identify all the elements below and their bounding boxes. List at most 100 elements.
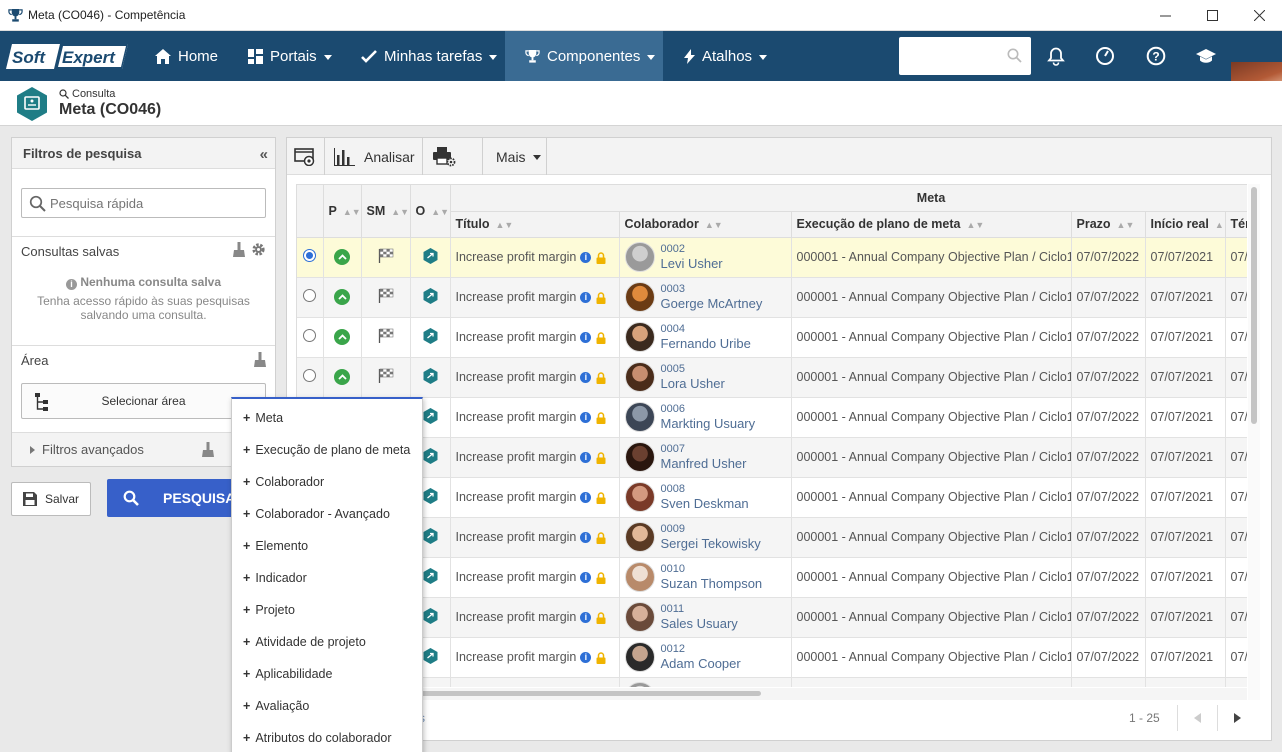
colaborador-cell[interactable]: 0003 Goerge McArtney — [619, 277, 792, 318]
table-row[interactable]: Increase profit margin i 0005 Lora Usher 000… — [297, 357, 1247, 398]
info-icon[interactable]: i — [580, 652, 592, 664]
info-icon[interactable]: i — [580, 372, 592, 384]
titulo-cell[interactable]: Increase profit margin i — [450, 397, 620, 438]
colaborador-cell[interactable]: 0006 Markting Usuary — [619, 397, 792, 438]
print-button[interactable] — [432, 138, 456, 175]
titulo-cell[interactable]: Increase profit margin i — [450, 477, 620, 518]
dropdown-item[interactable]: + Avaliação — [243, 690, 309, 722]
titulo-cell[interactable]: Increase profit margin i — [450, 437, 620, 478]
colaborador-cell[interactable]: 0005 Lora Usher — [619, 357, 792, 398]
mais-dropdown-button[interactable]: Mais — [496, 138, 541, 175]
table-row[interactable]: Increase profit margin i 0012 Adam Cooper 00… — [297, 637, 1247, 678]
gear-icon[interactable] — [251, 242, 266, 257]
collapse-panel-icon[interactable]: « — [260, 146, 269, 163]
dropdown-item[interactable]: + Meta — [243, 402, 283, 434]
dropdown-item[interactable]: + Execução de plano de meta — [243, 434, 410, 466]
vertical-scroll-thumb[interactable] — [1251, 187, 1257, 424]
column-header-termino[interactable]: Tér — [1225, 211, 1247, 238]
broom-icon[interactable] — [202, 442, 214, 457]
maximize-button[interactable] — [1189, 0, 1235, 31]
row-radio[interactable] — [303, 329, 317, 342]
dropdown-item[interactable]: + Colaborador — [243, 466, 324, 498]
dropdown-item[interactable]: + Aplicabilidade — [243, 658, 332, 690]
column-header-prazo[interactable]: Prazo ▲▼ — [1071, 211, 1146, 238]
dropdown-item[interactable]: + Projeto — [243, 594, 295, 626]
analisar-button[interactable]: Analisar — [334, 138, 415, 175]
graduation-cap-icon[interactable] — [1193, 43, 1219, 69]
vertical-scrollbar[interactable] — [1248, 184, 1260, 700]
row-radio[interactable] — [303, 289, 317, 302]
column-header-inicio-real[interactable]: Início real ▲▼ — [1145, 211, 1226, 238]
info-icon[interactable]: i — [580, 412, 592, 424]
info-icon[interactable]: i — [580, 252, 592, 264]
titulo-cell[interactable]: Increase profit margin i — [450, 357, 620, 398]
nav-minhas-tarefas[interactable]: Minhas tarefas — [361, 31, 498, 81]
dropdown-item[interactable]: + Colaborador - Avançado — [243, 498, 390, 530]
nav-componentes[interactable]: Componentes — [505, 31, 663, 81]
info-icon[interactable]: i — [580, 612, 592, 624]
close-window-button[interactable] — [1236, 0, 1282, 31]
previous-page-button[interactable] — [1177, 705, 1217, 731]
table-row[interactable]: Increase profit margin i 0010 Suzan Thompso… — [297, 557, 1247, 598]
titulo-cell[interactable]: Increase profit margin i — [450, 277, 620, 318]
table-row[interactable]: Increase profit margin i 0003 Goerge McArtn… — [297, 277, 1247, 318]
help-icon[interactable]: ? — [1143, 43, 1169, 69]
broom-icon[interactable] — [233, 242, 245, 257]
global-search[interactable] — [899, 37, 1031, 75]
colaborador-cell[interactable]: 0004 Fernando Uribe — [619, 317, 792, 358]
table-row[interactable]: Increase profit margin i 0011 Sales Usuary 0… — [297, 597, 1247, 638]
row-radio[interactable] — [303, 249, 317, 262]
column-header-o[interactable]: O ▲▼ — [410, 185, 451, 238]
column-header-execucao[interactable]: Execução de plano de meta ▲▼ — [791, 211, 1072, 238]
titulo-cell[interactable]: Increase profit margin i — [450, 517, 620, 558]
table-row[interactable]: Increase profit margin i 0004 Fernando Urib… — [297, 317, 1247, 358]
colaborador-cell[interactable]: 0002 Levi Usher — [619, 237, 792, 278]
nav-home[interactable]: Home — [155, 31, 218, 81]
horizontal-scroll-thumb[interactable] — [416, 691, 761, 696]
info-icon[interactable]: i — [580, 292, 592, 304]
colaborador-cell[interactable]: 0008 Sven Deskman — [619, 477, 792, 518]
column-header-colaborador[interactable]: Colaborador ▲▼ — [619, 211, 792, 238]
titulo-cell[interactable]: Increase profit margin i — [450, 317, 620, 358]
row-radio[interactable] — [303, 369, 317, 382]
quick-search-field[interactable] — [21, 188, 266, 218]
save-button[interactable]: Salvar — [11, 482, 91, 516]
table-row[interactable]: 0013 — [297, 677, 1247, 687]
column-header-p[interactable]: P ▲▼ — [323, 185, 362, 238]
nav-portais[interactable]: Portais — [248, 31, 332, 81]
dropdown-item[interactable]: + Indicador — [243, 562, 307, 594]
dropdown-item[interactable]: + Atributos do colaborador — [243, 722, 392, 752]
titulo-cell[interactable]: Increase profit margin i — [450, 237, 620, 278]
colaborador-cell[interactable]: 0012 Adam Cooper — [619, 637, 792, 678]
table-row[interactable]: Increase profit margin i 0002 Levi Usher 000… — [297, 237, 1247, 278]
titulo-cell[interactable] — [450, 677, 620, 687]
table-row[interactable]: Increase profit margin i 0009 Sergei Tekowi… — [297, 517, 1247, 558]
bell-icon[interactable] — [1043, 43, 1069, 69]
colaborador-cell[interactable]: 0009 Sergei Tekowisky — [619, 517, 792, 558]
search-button[interactable]: PESQUISA — [107, 479, 247, 517]
info-icon[interactable]: i — [580, 532, 592, 544]
info-icon[interactable]: i — [580, 332, 592, 344]
dropdown-item[interactable]: + Elemento — [243, 530, 308, 562]
row-select-cell[interactable] — [297, 277, 324, 318]
titulo-cell[interactable]: Increase profit margin i — [450, 557, 620, 598]
row-select-cell[interactable] — [297, 357, 324, 398]
colaborador-cell[interactable]: 0011 Sales Usuary — [619, 597, 792, 638]
table-row[interactable]: Increase profit margin i 0008 Sven Deskman 0… — [297, 477, 1247, 518]
info-icon[interactable]: i — [580, 452, 592, 464]
info-icon[interactable]: i — [580, 572, 592, 584]
dropdown-item[interactable]: + Atividade de projeto — [243, 626, 366, 658]
row-select-cell[interactable] — [297, 317, 324, 358]
view-button[interactable] — [294, 138, 316, 175]
titulo-cell[interactable]: Increase profit margin i — [450, 637, 620, 678]
table-row[interactable]: Increase profit margin i 0006 Markting Usua… — [297, 397, 1247, 438]
next-page-button[interactable] — [1217, 705, 1257, 731]
table-row[interactable]: Increase profit margin i 0007 Manfred Usher… — [297, 437, 1247, 478]
column-header-sm[interactable]: SM ▲▼ — [361, 185, 411, 238]
colaborador-cell[interactable]: 0010 Suzan Thompson — [619, 557, 792, 598]
info-icon[interactable]: i — [580, 492, 592, 504]
global-search-input[interactable] — [905, 37, 1005, 73]
minimize-button[interactable] — [1142, 0, 1188, 31]
nav-atalhos[interactable]: Atalhos — [684, 31, 768, 81]
gauge-icon[interactable] — [1092, 43, 1118, 69]
